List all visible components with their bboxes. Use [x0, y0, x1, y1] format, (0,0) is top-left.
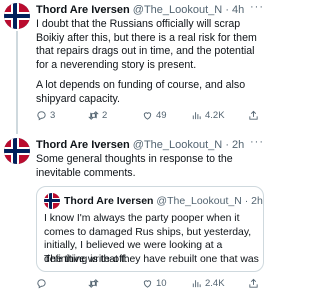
heart-icon: [143, 280, 152, 288]
author-name: Thord Are Iversen: [64, 195, 154, 207]
tweet-header: Thord Are Iversen @The_Lookout_N · 4h: [36, 3, 266, 17]
more-options-icon[interactable]: ···: [250, 1, 264, 13]
timestamp[interactable]: 4h: [232, 4, 244, 16]
retweet-count: 2: [102, 110, 108, 121]
author-handle[interactable]: @The_Lookout_N: [133, 4, 222, 16]
tweet-text: A lot depends on funding of course, and …: [36, 79, 246, 105]
quoted-tweet-text: The thing is that they have rebuilt one …: [44, 254, 259, 271]
view-count: 4.2K: [205, 110, 225, 121]
separator: ·: [225, 4, 229, 16]
tweet-text: Some general thoughts in response to the…: [36, 153, 233, 179]
reply-icon: [37, 111, 46, 121]
share-icon: [249, 110, 258, 120]
action-bar: 3 2 49 4.2K: [36, 110, 266, 124]
share-icon: [249, 278, 258, 288]
separator: ·: [244, 195, 249, 207]
retweet-icon: [88, 279, 99, 288]
norway-flag-icon: [44, 193, 60, 209]
like-count: 49: [156, 110, 167, 121]
retweet-icon: [88, 111, 99, 120]
views-chart-icon: [192, 112, 201, 120]
norway-flag-icon: [4, 138, 30, 164]
reply-icon: [37, 279, 46, 289]
more-options-icon[interactable]: ···: [250, 136, 264, 148]
timestamp: 2h: [251, 195, 263, 207]
separator: ·: [225, 139, 229, 151]
views-button[interactable]: 4.2K: [191, 110, 225, 121]
heart-icon: [143, 112, 152, 120]
tweet-text: I doubt that the Russians officially wil…: [36, 18, 257, 71]
tweet-header: Thord Are Iversen @The_Lookout_N · 2h: [36, 138, 266, 152]
retweet-button[interactable]: [88, 278, 102, 289]
author-handle: @The_Lookout_N: [156, 195, 242, 207]
views-button[interactable]: 2.4K: [191, 278, 225, 289]
share-button[interactable]: [248, 110, 259, 121]
reply-button[interactable]: 3: [36, 110, 55, 121]
avatar[interactable]: [4, 3, 30, 29]
views-chart-icon: [192, 280, 201, 288]
avatar: [44, 193, 60, 209]
like-button[interactable]: 10: [142, 278, 167, 289]
timestamp[interactable]: 2h: [232, 139, 244, 151]
avatar[interactable]: [4, 138, 30, 164]
author-name[interactable]: Thord Are Iversen: [36, 4, 130, 16]
author-name[interactable]: Thord Are Iversen: [36, 139, 130, 151]
reply-count: 3: [50, 110, 56, 121]
thread-line: [16, 31, 18, 134]
view-count: 2.4K: [205, 278, 225, 289]
retweet-button[interactable]: 2: [88, 110, 107, 121]
norway-flag-icon: [4, 3, 30, 29]
author-handle[interactable]: @The_Lookout_N: [133, 139, 222, 151]
share-button[interactable]: [248, 278, 259, 289]
quoted-tweet[interactable]: Thord Are Iversen @The_Lookout_N · 2h I …: [36, 186, 264, 272]
reply-button[interactable]: [36, 278, 50, 289]
like-button[interactable]: 49: [142, 110, 167, 121]
like-count: 10: [156, 278, 167, 289]
quoted-tweet-header: Thord Are Iversen @The_Lookout_N · 2h: [64, 194, 263, 208]
action-bar: 10 2.4K: [36, 278, 266, 290]
